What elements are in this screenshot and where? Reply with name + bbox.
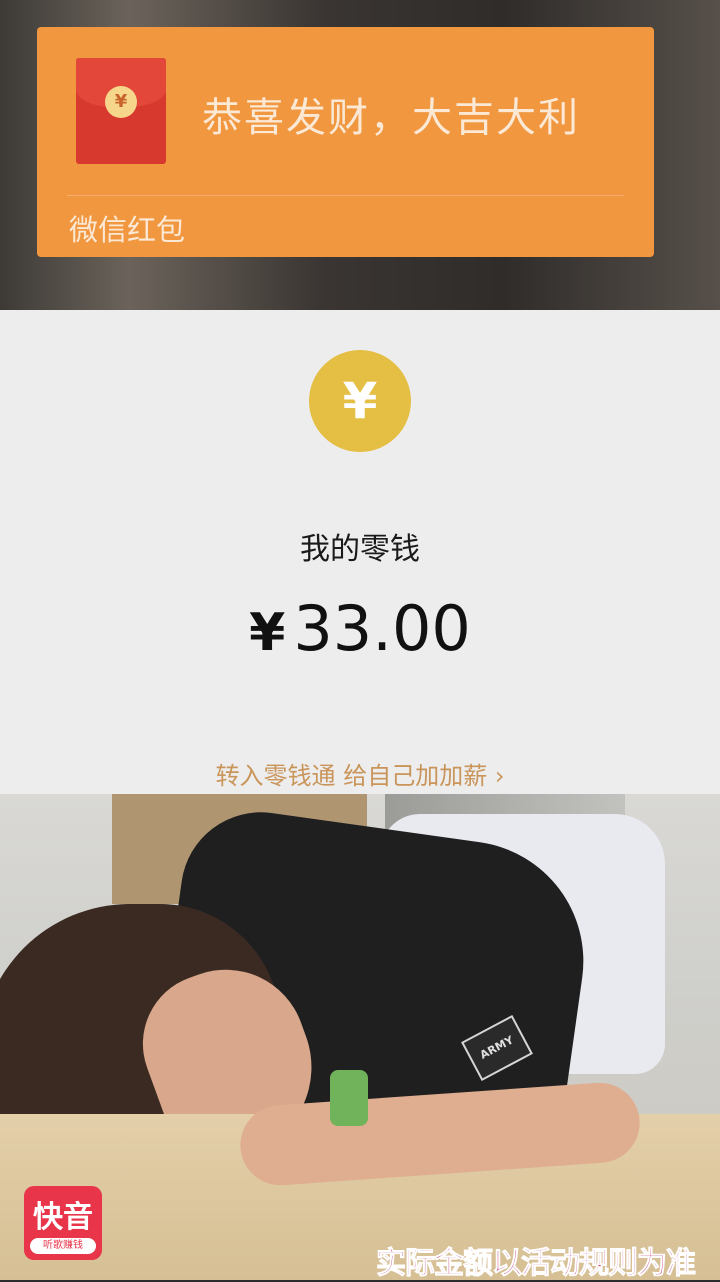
- background-photo: ARMY: [0, 794, 720, 1280]
- wallet-change-card: ¥ 我的零钱 ¥33.00 转入零钱通 给自己加加薪 ›: [0, 310, 720, 794]
- red-packet-source: 微信红包: [69, 213, 186, 247]
- change-label: 我的零钱: [300, 532, 420, 567]
- coin-icon: ¥: [105, 86, 137, 118]
- currency-symbol: ¥: [249, 603, 286, 663]
- logo-slogan: 听歌赚钱: [30, 1238, 96, 1254]
- disclaimer-caption: 实际金额以活动规则为准: [376, 1246, 697, 1282]
- logo-app-name: 快音: [33, 1200, 93, 1235]
- transfer-to-lingqiantong-link[interactable]: 转入零钱通 给自己加加薪 ›: [0, 756, 720, 791]
- divider: [67, 195, 624, 196]
- red-envelope-icon: ¥: [76, 58, 166, 164]
- red-packet-greeting: 恭喜发财，大吉大利: [202, 95, 580, 141]
- kuaiyin-logo: 快音 听歌赚钱: [24, 1186, 102, 1260]
- yuan-icon: ¥: [309, 350, 411, 452]
- balance-amount: ¥33.00: [0, 592, 720, 665]
- bubble-tail: [64, 95, 76, 115]
- red-packet-notification[interactable]: ¥ 恭喜发财，大吉大利 微信红包: [37, 27, 654, 257]
- green-wristband: [330, 1070, 368, 1126]
- amount-value: 33.00: [293, 592, 471, 665]
